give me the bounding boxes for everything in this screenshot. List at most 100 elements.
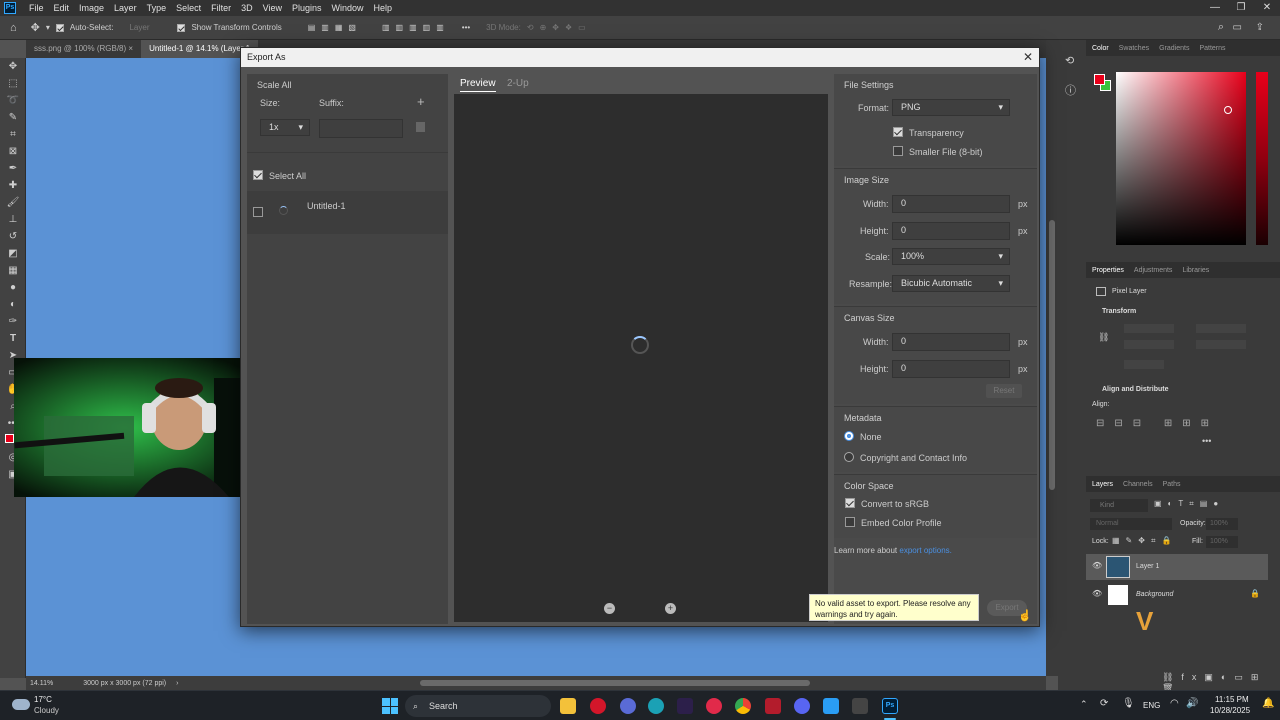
start-windows-icon[interactable] xyxy=(382,698,398,714)
align-distribute-section[interactable]: Align and Distribute xyxy=(1102,386,1169,393)
menu-file[interactable]: File xyxy=(24,3,49,13)
tab-properties[interactable]: Properties xyxy=(1092,267,1124,274)
align-buttons[interactable]: ⊟⊟⊟ ⊞⊞⊞ xyxy=(1096,418,1219,429)
brush-tool-icon[interactable]: 🖌 xyxy=(0,194,26,211)
close-icon[interactable]: ✕ xyxy=(1023,48,1033,67)
foreground-color-swatch[interactable] xyxy=(1094,74,1105,85)
zoom-out-icon[interactable]: − xyxy=(604,603,615,614)
canvas-height-input[interactable]: 0 xyxy=(892,360,1010,378)
add-scale-icon[interactable]: + xyxy=(417,94,425,109)
menu-type[interactable]: Type xyxy=(142,3,172,13)
layer-row[interactable]: 👁 Background 🔒 xyxy=(1086,582,1268,608)
history-panel-icon[interactable]: ⟲ xyxy=(1065,54,1074,67)
fill-field[interactable]: 100% xyxy=(1206,536,1238,548)
more-align-icon[interactable]: ••• xyxy=(1202,436,1211,446)
transform-y-field[interactable] xyxy=(1196,340,1246,349)
info-panel-icon[interactable]: ⓘ xyxy=(1065,82,1076,98)
doc-tab-sss[interactable]: sss.png @ 100% (RGB/8) × xyxy=(26,40,141,58)
transform-w-field[interactable] xyxy=(1124,324,1174,333)
chevron-right-icon[interactable]: › xyxy=(176,680,178,687)
wifi-icon[interactable]: ◠ xyxy=(1170,698,1179,709)
convert-srgb-checkbox[interactable] xyxy=(845,498,855,508)
show-transform-checkbox[interactable] xyxy=(177,23,186,32)
menu-filter[interactable]: Filter xyxy=(206,3,236,13)
scrollbar-thumb[interactable] xyxy=(1049,220,1055,490)
share-icon[interactable]: ⇪ xyxy=(1256,22,1264,33)
tab-channels[interactable]: Channels xyxy=(1123,481,1153,488)
canvas-horizontal-scrollbar[interactable] xyxy=(420,680,810,686)
notification-icon[interactable]: 🔔 xyxy=(1262,698,1274,709)
transform-section[interactable]: Transform xyxy=(1102,308,1136,315)
network-icon[interactable]: ⟳ xyxy=(1100,698,1108,709)
tab-adjustments[interactable]: Adjustments xyxy=(1134,267,1173,274)
marquee-tool-icon[interactable]: ⬚ xyxy=(0,75,26,92)
frame-tool-icon[interactable]: ⊠ xyxy=(0,143,26,160)
weather-icon[interactable] xyxy=(12,699,30,710)
tab-swatches[interactable]: Swatches xyxy=(1119,45,1149,52)
photoshop-taskbar-icon[interactable]: Ps xyxy=(882,698,898,714)
media-player-icon[interactable] xyxy=(706,698,722,714)
taskbar-search[interactable]: ⌕ Search xyxy=(405,695,551,717)
asset-item[interactable]: Untitled-1 xyxy=(247,191,448,234)
mic-icon[interactable]: 🎙 xyxy=(1122,698,1135,709)
layer-kind-filter[interactable]: Kind xyxy=(1090,499,1148,512)
crop-tool-icon[interactable]: ⌗ xyxy=(0,126,26,143)
trash-icon[interactable] xyxy=(416,122,425,132)
image-width-input[interactable]: 0 xyxy=(892,195,1010,213)
transform-angle-field[interactable] xyxy=(1124,360,1164,369)
layer-row[interactable]: 👁 Layer 1 xyxy=(1086,554,1268,580)
tab-gradients[interactable]: Gradients xyxy=(1159,45,1189,52)
home-icon[interactable]: ⌂ xyxy=(10,22,17,34)
dodge-tool-icon[interactable]: ◐ xyxy=(0,296,26,313)
tab-color[interactable]: Color xyxy=(1092,45,1109,52)
voice-app-icon[interactable] xyxy=(765,698,781,714)
layer-filter-icons[interactable]: ▣◐T⌗▤● xyxy=(1154,499,1224,509)
capture-icon[interactable] xyxy=(852,698,868,714)
opera-icon[interactable] xyxy=(590,698,606,714)
pen-tool-icon[interactable]: ✑ xyxy=(0,313,26,330)
menu-image[interactable]: Image xyxy=(74,3,109,13)
minimize-icon[interactable]: — xyxy=(1202,0,1228,16)
transform-h-field[interactable] xyxy=(1196,324,1246,333)
file-explorer-icon[interactable] xyxy=(560,698,576,714)
tab-paths[interactable]: Paths xyxy=(1163,481,1181,488)
tab-patterns[interactable]: Patterns xyxy=(1199,45,1225,52)
eye-icon[interactable]: 👁 xyxy=(1092,561,1102,570)
chevron-up-icon[interactable]: ⌃ xyxy=(1080,699,1088,710)
tab-preview[interactable]: Preview xyxy=(460,78,496,92)
opacity-field[interactable]: 100% xyxy=(1206,518,1238,530)
menu-layer[interactable]: Layer xyxy=(109,3,142,13)
menu-3d[interactable]: 3D xyxy=(236,3,258,13)
reset-button[interactable]: Reset xyxy=(986,384,1022,398)
3d-mode-icons[interactable]: ⟲⊕✥❖▭ xyxy=(527,23,592,32)
distribute-icons[interactable]: ▥▥▥▥▥ xyxy=(382,23,450,32)
menu-view[interactable]: View xyxy=(258,3,287,13)
tab-libraries[interactable]: Libraries xyxy=(1182,267,1209,274)
gradient-tool-icon[interactable]: ▦ xyxy=(0,262,26,279)
chevron-down-icon[interactable]: ▾ xyxy=(46,23,50,32)
metadata-copyright-radio[interactable] xyxy=(844,452,854,462)
search-icon[interactable]: ⌕ xyxy=(1218,21,1224,34)
close-window-icon[interactable]: ✕ xyxy=(1254,0,1280,16)
clock-time[interactable]: 11:15 PM xyxy=(1215,695,1249,704)
tab-layers[interactable]: Layers xyxy=(1092,481,1113,488)
image-scale-select[interactable]: 100% ▾ xyxy=(892,248,1010,265)
blur-tool-icon[interactable]: ● xyxy=(0,279,26,296)
menu-edit[interactable]: Edit xyxy=(49,3,75,13)
copilot-icon[interactable] xyxy=(620,698,636,714)
align-icons[interactable]: ▤▥▦▧ xyxy=(308,23,362,32)
weather-temp[interactable]: 17°C xyxy=(34,695,52,704)
embed-profile-checkbox[interactable] xyxy=(845,517,855,527)
video-editor-icon[interactable] xyxy=(677,698,693,714)
layer-name[interactable]: Background xyxy=(1136,591,1173,598)
metadata-none-radio[interactable] xyxy=(844,431,854,441)
maximize-icon[interactable]: ❐ xyxy=(1228,0,1254,16)
more-options-icon[interactable]: ••• xyxy=(462,23,470,32)
select-all-checkbox[interactable] xyxy=(253,170,263,180)
canvas-vertical-scrollbar[interactable] xyxy=(1046,40,1058,676)
history-brush-tool-icon[interactable]: ↺ xyxy=(0,228,26,245)
menu-plugins[interactable]: Plugins xyxy=(287,3,327,13)
weather-desc[interactable]: Cloudy xyxy=(34,706,59,715)
suffix-input[interactable] xyxy=(319,119,403,138)
image-height-input[interactable]: 0 xyxy=(892,222,1010,240)
